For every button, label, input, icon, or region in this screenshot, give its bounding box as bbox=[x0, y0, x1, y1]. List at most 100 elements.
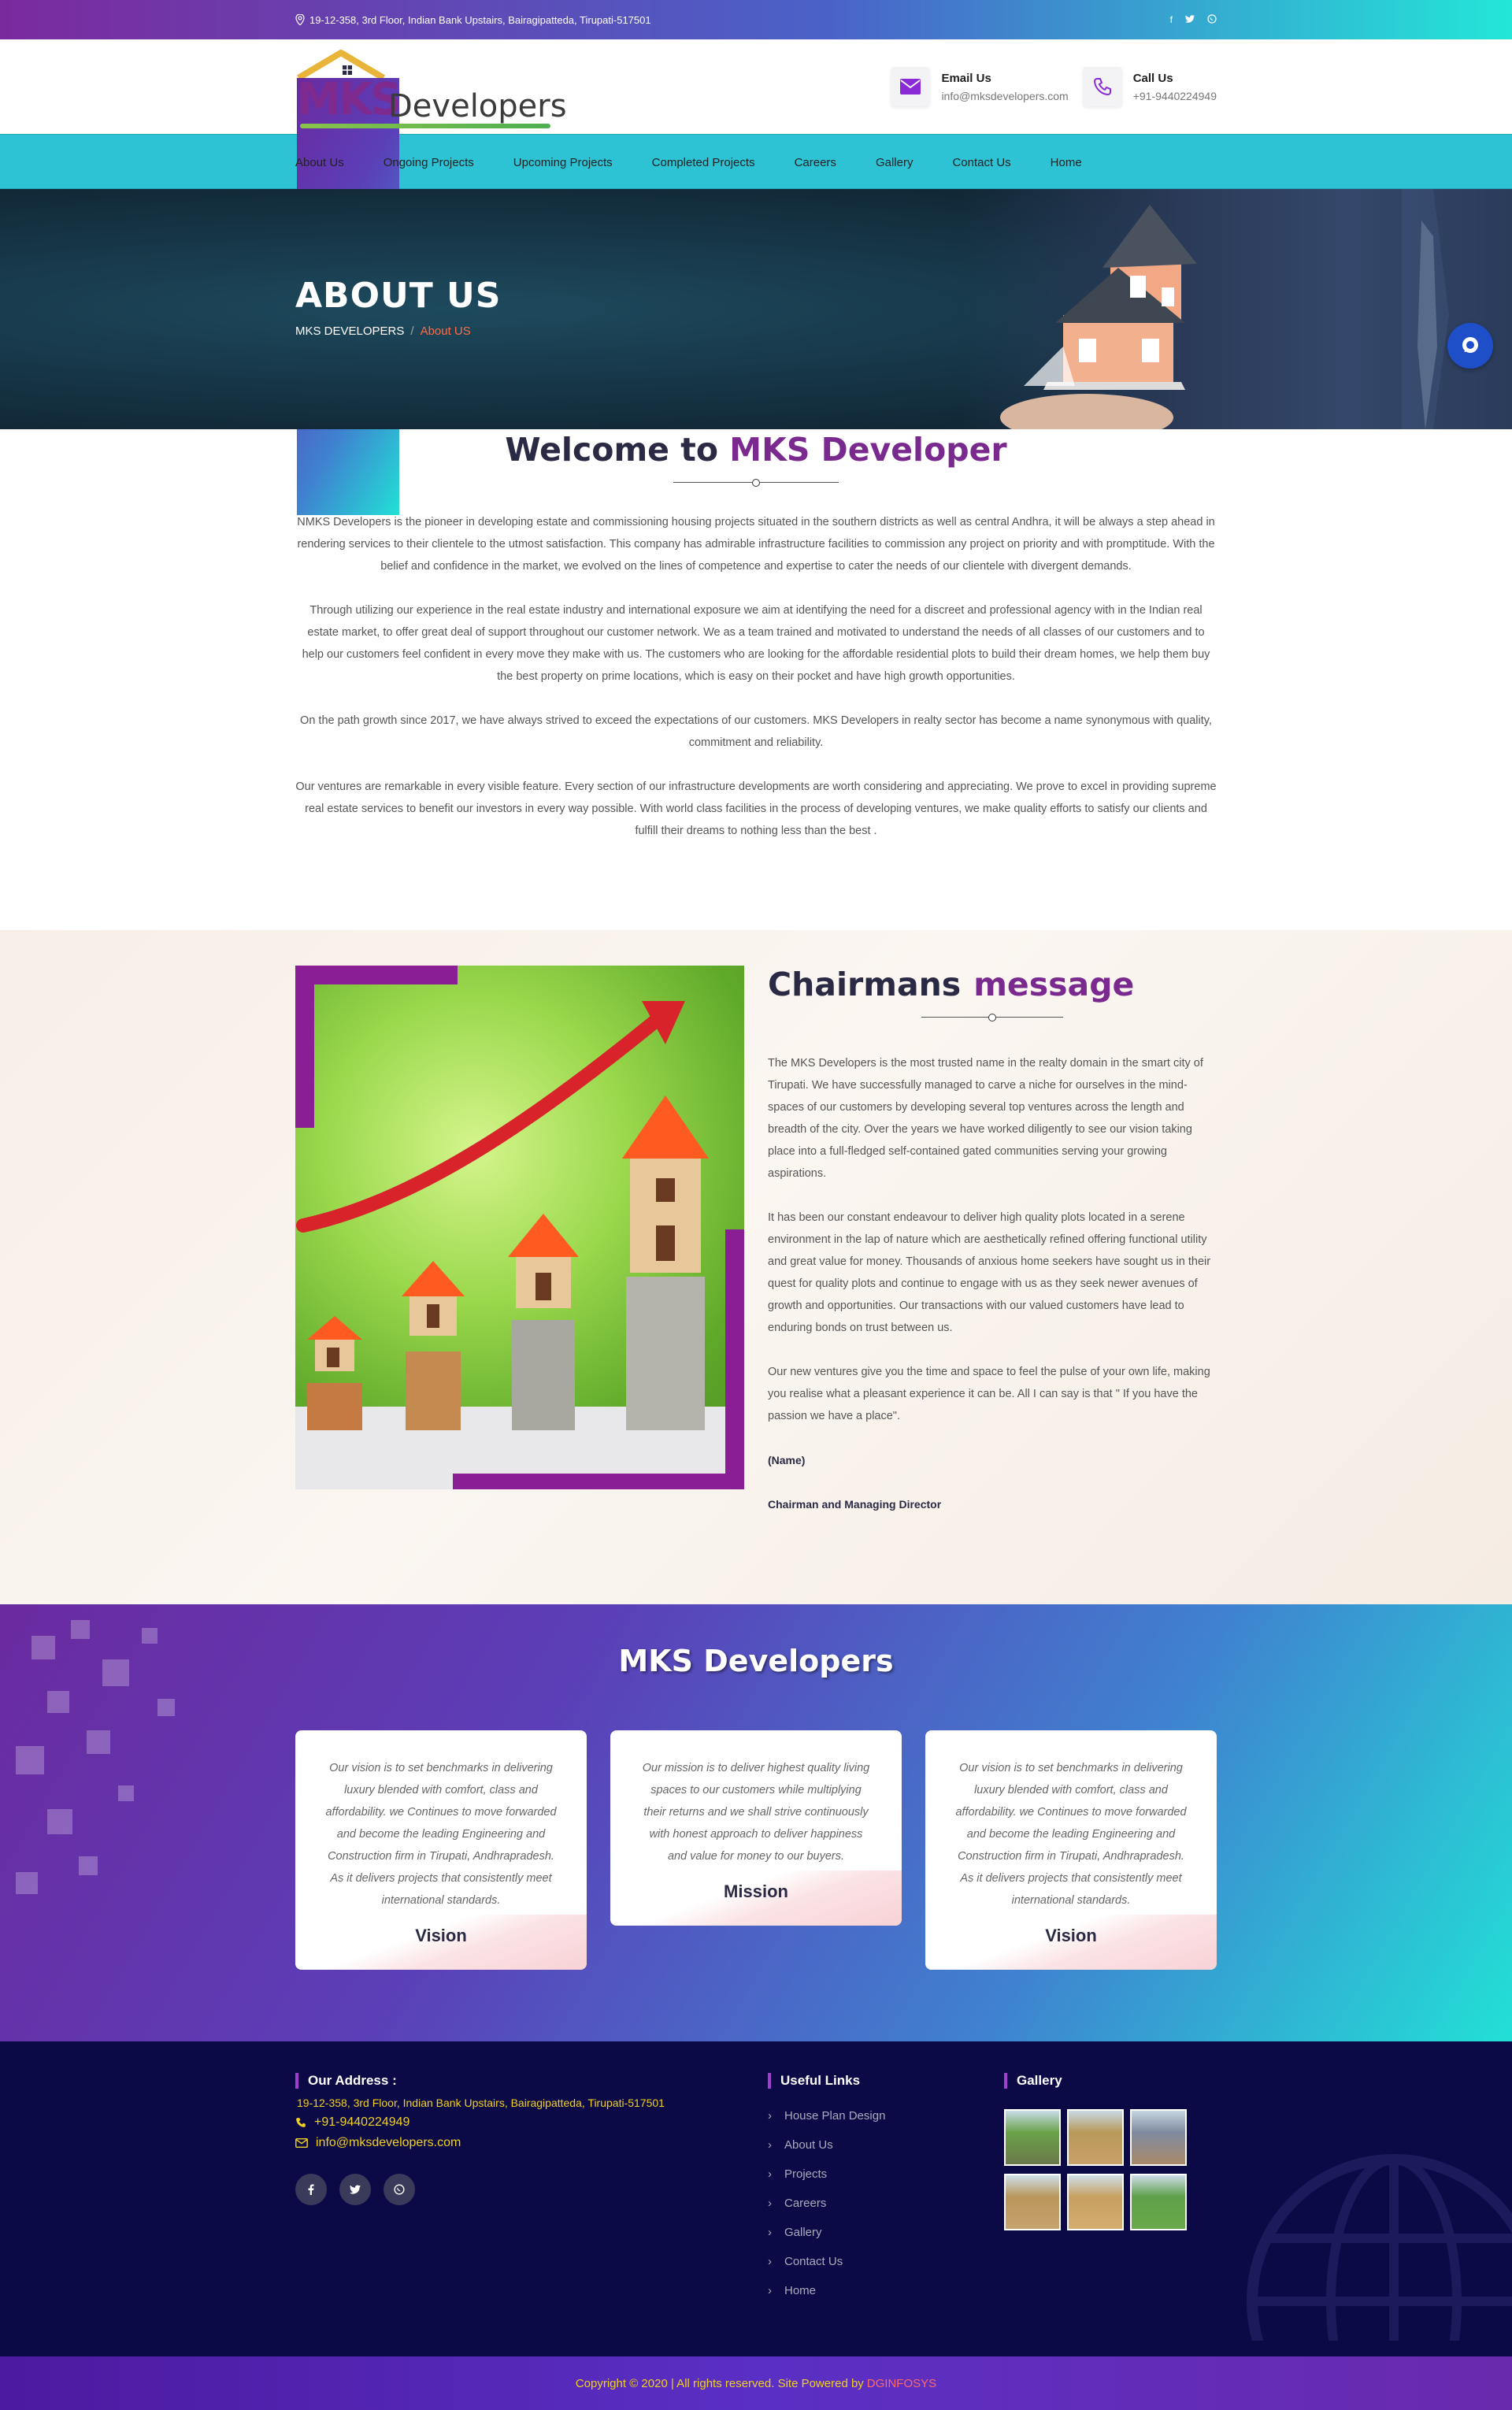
welcome-heading: Welcome to MKS Developer bbox=[0, 429, 1512, 469]
gallery-thumbnail[interactable] bbox=[1067, 2174, 1124, 2230]
chairman-heading: Chairmans message bbox=[768, 966, 1217, 1003]
page-title: ABOUT US bbox=[295, 276, 502, 316]
phone-icon bbox=[1082, 67, 1122, 106]
whatsapp-icon[interactable] bbox=[384, 2174, 415, 2205]
footer-link-home[interactable]: Home bbox=[768, 2284, 1004, 2297]
mission-card: Our mission is to deliver highest qualit… bbox=[610, 1730, 902, 1926]
footer-phone[interactable]: +91-9440224949 bbox=[295, 2115, 768, 2130]
footer-address-column: Our Address : 19-12-358, 3rd Floor, Indi… bbox=[295, 2073, 768, 2356]
nav-contact-us[interactable]: Contact Us bbox=[952, 156, 1010, 169]
footer-email-text: info@mksdevelopers.com bbox=[316, 2136, 461, 2149]
nav-home[interactable]: Home bbox=[1051, 156, 1082, 169]
site-header: MKS Developers Email Us info@mksdevelope… bbox=[0, 39, 1512, 515]
top-bar: 19-12-358, 3rd Floor, Indian Bank Upstai… bbox=[0, 0, 1512, 39]
footer-email[interactable]: info@mksdevelopers.com bbox=[295, 2136, 768, 2150]
phone-icon bbox=[296, 2118, 306, 2127]
welcome-heading-highlight: MKS Developer bbox=[729, 431, 1007, 469]
footer-link-contact-us[interactable]: Contact Us bbox=[768, 2255, 1004, 2268]
chairman-divider bbox=[921, 1011, 1063, 1024]
site-footer: Our Address : 19-12-358, 3rd Floor, Indi… bbox=[0, 2041, 1512, 2356]
copyright-text: Copyright © 2020 | All rights reserved. … bbox=[575, 2376, 864, 2390]
twitter-icon[interactable] bbox=[339, 2174, 371, 2205]
breadcrumb: MKS DEVELOPERS / About US bbox=[295, 324, 471, 338]
chairman-image-block bbox=[295, 966, 744, 1489]
logo-developers-text: Developers bbox=[388, 88, 567, 124]
top-address: 19-12-358, 3rd Floor, Indian Bank Upstai… bbox=[295, 14, 651, 26]
footer-link-about-us[interactable]: About Us bbox=[768, 2138, 1004, 2152]
card-text: Our vision is to set benchmarks in deliv… bbox=[325, 1762, 557, 1907]
vision-card: Our vision is to set benchmarks in deliv… bbox=[295, 1730, 587, 1970]
mail-icon bbox=[295, 2138, 308, 2148]
footer-link-house-plan-design[interactable]: House Plan Design bbox=[768, 2109, 1004, 2123]
facebook-icon[interactable] bbox=[295, 2174, 327, 2205]
breadcrumb-separator: / bbox=[410, 324, 414, 338]
nav-upcoming-projects[interactable]: Upcoming Projects bbox=[513, 156, 613, 169]
email-value[interactable]: info@mksdevelopers.com bbox=[941, 90, 1068, 102]
welcome-paragraph: Through utilizing our experience in the … bbox=[302, 604, 1210, 683]
powered-by-link[interactable]: DGINFOSYS bbox=[867, 2377, 936, 2390]
image-frame-top bbox=[295, 966, 458, 984]
gallery-thumbnail[interactable] bbox=[1130, 2174, 1187, 2230]
chairman-paragraph: The MKS Developers is the most trusted n… bbox=[768, 1057, 1203, 1180]
copyright-bar: Copyright © 2020 | All rights reserved. … bbox=[0, 2356, 1512, 2410]
welcome-paragraph: Our ventures are remarkable in every vis… bbox=[295, 780, 1217, 837]
gallery-thumbnail[interactable] bbox=[1067, 2109, 1124, 2166]
chat-bubble-icon bbox=[1462, 337, 1478, 353]
logo-underline bbox=[300, 124, 550, 128]
nav-completed-projects[interactable]: Completed Projects bbox=[652, 156, 755, 169]
welcome-heading-prefix: Welcome to bbox=[505, 431, 719, 469]
welcome-section: Welcome to MKS Developer NMKS Developers… bbox=[0, 429, 1512, 930]
whatsapp-icon[interactable] bbox=[1207, 13, 1217, 26]
card-label: Vision bbox=[415, 1926, 467, 1945]
footer-address-heading: Our Address : bbox=[295, 2073, 768, 2089]
card-text: Our vision is to set benchmarks in deliv… bbox=[955, 1762, 1187, 1907]
welcome-divider bbox=[673, 476, 839, 489]
breadcrumb-home[interactable]: MKS DEVELOPERS bbox=[295, 324, 404, 338]
footer-gallery-heading: Gallery bbox=[1004, 2073, 1217, 2089]
card-text: Our mission is to deliver highest qualit… bbox=[642, 1762, 870, 1863]
welcome-paragraph: NMKS Developers is the pioneer in develo… bbox=[297, 516, 1215, 573]
image-frame-bottom bbox=[453, 1474, 744, 1489]
gallery-thumbnail[interactable] bbox=[1130, 2109, 1187, 2166]
footer-gallery-column: Gallery bbox=[1004, 2073, 1217, 2356]
site-logo[interactable]: MKS Developers bbox=[295, 43, 567, 515]
footer-phone-text: +91-9440224949 bbox=[314, 2115, 410, 2129]
houses-on-coins-image bbox=[295, 966, 744, 1489]
gallery-thumbnail[interactable] bbox=[1004, 2174, 1061, 2230]
footer-link-careers[interactable]: Careers bbox=[768, 2197, 1004, 2210]
nav-ongoing-projects[interactable]: Ongoing Projects bbox=[384, 156, 474, 169]
header-contacts: Email Us info@mksdevelopers.com Call Us … bbox=[891, 67, 1217, 106]
chairman-heading-prefix: Chairmans bbox=[768, 966, 962, 1003]
nav-about-us[interactable]: About Us bbox=[295, 156, 344, 169]
chairman-paragraph: It has been our constant endeavour to de… bbox=[768, 1211, 1211, 1334]
twitter-icon[interactable] bbox=[1185, 14, 1195, 26]
card-label: Vision bbox=[1045, 1926, 1097, 1945]
gallery-thumbnail[interactable] bbox=[1004, 2109, 1061, 2166]
facebook-icon[interactable]: f bbox=[1170, 14, 1173, 26]
email-contact[interactable]: Email Us info@mksdevelopers.com bbox=[891, 67, 1069, 106]
location-pin-icon bbox=[295, 14, 305, 25]
chairman-heading-highlight: message bbox=[973, 966, 1135, 1003]
chairman-role: Chairman and Managing Director bbox=[768, 1498, 942, 1511]
vision-mission-cards: Our vision is to set benchmarks in deliv… bbox=[295, 1730, 1217, 1970]
footer-link-gallery[interactable]: Gallery bbox=[768, 2226, 1004, 2239]
footer-address: 19-12-358, 3rd Floor, Indian Bank Upstai… bbox=[297, 2097, 665, 2109]
chairman-paragraph: Our new ventures give you the time and s… bbox=[768, 1366, 1210, 1422]
footer-link-projects[interactable]: Projects bbox=[768, 2167, 1004, 2181]
email-title: Email Us bbox=[941, 71, 991, 85]
mail-icon bbox=[891, 67, 931, 106]
phone-value[interactable]: +91-9440224949 bbox=[1133, 90, 1217, 102]
welcome-paragraph: On the path growth since 2017, we have a… bbox=[300, 714, 1212, 749]
main-nav: About Us Ongoing Projects Upcoming Proje… bbox=[0, 134, 1512, 189]
chairman-message: Chairmans message The MKS Developers is t… bbox=[768, 930, 1217, 1604]
breadcrumb-current: About US bbox=[420, 324, 471, 338]
chat-widget-button[interactable] bbox=[1447, 323, 1493, 369]
footer-social bbox=[295, 2174, 768, 2205]
decorative-squares-pattern bbox=[16, 1620, 175, 1894]
chairman-name: (Name) bbox=[768, 1454, 806, 1466]
nav-careers[interactable]: Careers bbox=[795, 156, 836, 169]
nav-gallery[interactable]: Gallery bbox=[876, 156, 914, 169]
vision-card: Our vision is to set benchmarks in deliv… bbox=[925, 1730, 1217, 1970]
phone-contact[interactable]: Call Us +91-9440224949 bbox=[1082, 67, 1217, 106]
chairman-section: Chairmans message The MKS Developers is t… bbox=[0, 930, 1512, 1604]
